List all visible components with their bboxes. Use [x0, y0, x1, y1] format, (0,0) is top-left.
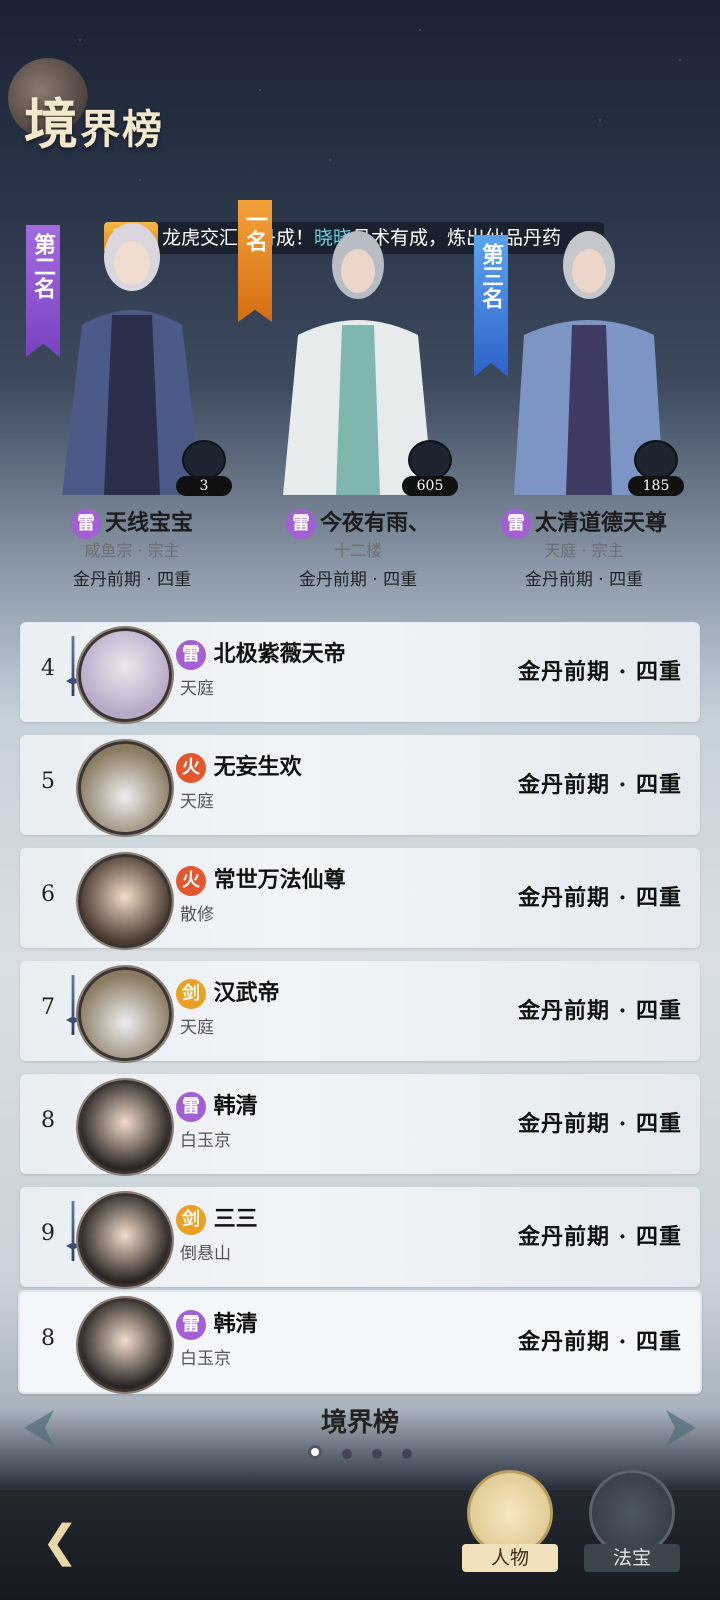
podium-realm-second: 金丹前期 · 四重: [72, 570, 192, 590]
thunder-element-icon: 雷: [176, 640, 206, 670]
fire-element-icon: 火: [176, 866, 206, 896]
thunder-element-icon: 雷: [176, 1310, 206, 1340]
page-dot[interactable]: [402, 1449, 412, 1459]
table-row[interactable]: 6 火 常世万法仙尊 散修 金丹前期 · 四重: [20, 848, 700, 948]
place-ribbon-first: 一名: [238, 200, 272, 322]
rank-number: 9: [41, 1221, 55, 1246]
back-icon[interactable]: ❮: [30, 1512, 90, 1572]
player-sect: 白玉京: [180, 1131, 231, 1151]
podium-realm-third: 金丹前期 · 四重: [524, 570, 644, 590]
player-realm: 金丹前期 · 四重: [518, 772, 682, 798]
player-realm: 金丹前期 · 四重: [518, 1329, 682, 1355]
title-big-char: 境: [24, 92, 80, 156]
player-realm: 金丹前期 · 四重: [518, 1111, 682, 1137]
page-dot[interactable]: [342, 1449, 352, 1459]
avatar[interactable]: [78, 854, 172, 948]
player-name: 剑 汉武帝: [176, 975, 280, 1009]
my-rank-row[interactable]: 8 雷 韩清 白玉京 金丹前期 · 四重: [18, 1290, 702, 1394]
podium-realm-first: 金丹前期 · 四重: [298, 570, 418, 590]
avatar[interactable]: [78, 1298, 172, 1392]
avatar[interactable]: [78, 1193, 172, 1287]
page-indicator: [0, 1444, 720, 1463]
player-name: 火 无妄生欢: [176, 749, 302, 783]
avatar[interactable]: [78, 1080, 172, 1174]
title-rest: 界榜: [80, 106, 164, 153]
guild-logo-icon: [634, 440, 678, 480]
podium-second[interactable]: 第二名 3 雷天线宝宝 咸鱼宗 · 宗主 金丹前期 · 四重: [22, 195, 242, 595]
player-name: 剑 三三: [176, 1201, 258, 1235]
podium-name-third: 雷太清道德天尊: [474, 505, 694, 539]
player-name: 雷 韩清: [176, 1088, 258, 1122]
podium-sect-second: 咸鱼宗 · 宗主: [84, 541, 180, 560]
rank-number: 5: [41, 769, 55, 794]
player-realm: 金丹前期 · 四重: [518, 998, 682, 1024]
badge-first: 605: [402, 440, 458, 496]
rank-number: 8: [41, 1326, 55, 1351]
rank-number: 4: [41, 656, 55, 681]
podium-sect-first: 十二楼: [333, 541, 382, 560]
podium-first[interactable]: 一名 605 雷今夜有雨、 十二楼 金丹前期 · 四重: [238, 195, 468, 595]
avatar[interactable]: [78, 628, 172, 722]
sword-element-icon: 剑: [176, 1205, 206, 1235]
tab-treasure-label: 法宝: [584, 1544, 680, 1572]
tab-person-label: 人物: [462, 1544, 558, 1572]
rank-number: 7: [41, 995, 55, 1020]
ranking-list[interactable]: 4 雷 北极紫薇天帝 天庭 金丹前期 · 四重 5 火 无妄生欢 天庭 金丹前期…: [20, 622, 700, 1300]
pager-title: 境界榜: [320, 1408, 399, 1438]
podium-sect-third: 天庭 · 宗主: [544, 541, 624, 560]
player-sect: 散修: [180, 905, 214, 925]
thunder-element-icon: 雷: [500, 509, 531, 539]
podium-third[interactable]: 第三名 185 雷太清道德天尊 天庭 · 宗主 金丹前期 · 四重: [474, 195, 694, 595]
player-realm: 金丹前期 · 四重: [518, 1224, 682, 1250]
player-realm: 金丹前期 · 四重: [518, 659, 682, 685]
podium-name-first: 雷今夜有雨、: [248, 505, 468, 539]
thunder-element-icon: 雷: [70, 509, 101, 539]
player-realm: 金丹前期 · 四重: [518, 885, 682, 911]
bottom-bar: ❮ 人物 法宝: [0, 1470, 720, 1600]
guild-logo-icon: [182, 440, 226, 480]
avatar[interactable]: [78, 967, 172, 1061]
player-sect: 白玉京: [180, 1349, 231, 1369]
page-dot[interactable]: [308, 1445, 322, 1459]
fire-element-icon: 火: [176, 753, 206, 783]
tab-person[interactable]: 人物: [462, 1470, 558, 1572]
table-row[interactable]: 4 雷 北极紫薇天帝 天庭 金丹前期 · 四重: [20, 622, 700, 722]
thunder-element-icon: 雷: [176, 1092, 206, 1122]
podium-name-second: 雷天线宝宝: [22, 505, 242, 539]
rank-number: 8: [41, 1108, 55, 1133]
page-dot[interactable]: [372, 1449, 382, 1459]
sword-element-icon: 剑: [176, 979, 206, 1009]
tab-treasure[interactable]: 法宝: [584, 1470, 680, 1572]
player-sect: 天庭: [180, 679, 214, 699]
player-name: 雷 北极紫薇天帝: [176, 636, 346, 670]
thunder-element-icon: 雷: [285, 509, 316, 539]
table-row[interactable]: 7 剑 汉武帝 天庭 金丹前期 · 四重: [20, 961, 700, 1061]
guild-logo-icon: [408, 440, 452, 480]
badge-second: 3: [176, 440, 232, 496]
player-name: 火 常世万法仙尊: [176, 862, 346, 896]
page-title: 境界榜: [24, 80, 164, 159]
player-sect: 天庭: [180, 792, 214, 812]
badge-third: 185: [628, 440, 684, 496]
table-row[interactable]: 9 剑 三三 倒悬山 金丹前期 · 四重: [20, 1187, 700, 1287]
table-row[interactable]: 8 雷 韩清 白玉京 金丹前期 · 四重: [20, 1074, 700, 1174]
table-row[interactable]: 5 火 无妄生欢 天庭 金丹前期 · 四重: [20, 735, 700, 835]
avatar[interactable]: [78, 741, 172, 835]
rank-number: 6: [41, 882, 55, 907]
player-sect: 倒悬山: [180, 1244, 231, 1264]
player-sect: 天庭: [180, 1018, 214, 1038]
player-name: 雷 韩清: [176, 1306, 258, 1340]
